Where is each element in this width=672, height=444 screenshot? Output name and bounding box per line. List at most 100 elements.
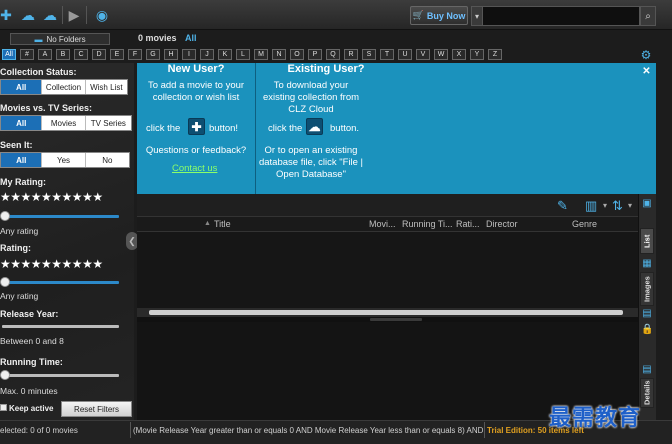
selection-status: elected: 0 of 0 movies (0, 426, 78, 435)
movies-vs-tv-movies[interactable]: Movies (42, 116, 86, 130)
letter-filter-w[interactable]: W (434, 49, 448, 60)
list-toolbar (137, 194, 656, 216)
keep-active-checkbox[interactable] (0, 404, 7, 411)
letter-filter-i[interactable]: I (182, 49, 196, 60)
buy-now-button[interactable]: 🛒 Buy Now (410, 6, 468, 25)
tab-list[interactable]: List (640, 228, 654, 254)
letter-filter-e[interactable]: E (110, 49, 124, 60)
column-running-time[interactable]: Running Ti... (402, 219, 453, 229)
seen-it-no[interactable]: No (86, 153, 129, 167)
watermark-logo: 最需教育 (549, 405, 642, 431)
running-time-slider[interactable] (2, 374, 119, 377)
collection-status-all[interactable]: All (1, 80, 43, 94)
movies-vs-tv-series[interactable]: TV Series (86, 116, 131, 130)
lock-icon[interactable]: 🔒 (641, 324, 653, 336)
open-database-text: Or to open an existing database file, cl… (258, 145, 364, 180)
panel-toggle-icon[interactable]: ▣ (641, 198, 653, 210)
letter-filter-a[interactable]: A (38, 49, 52, 60)
sort-icon[interactable]: ⇅ (612, 198, 623, 213)
cloud-upload-icon[interactable]: ☁ (40, 5, 60, 25)
sort-dropdown-icon[interactable]: ▾ (628, 198, 632, 213)
columns-icon[interactable]: ▥ (585, 198, 597, 213)
movie-list[interactable] (137, 232, 638, 308)
letter-filter-b[interactable]: B (56, 49, 70, 60)
release-year-slider[interactable] (2, 325, 119, 328)
folders-label: No Folders (46, 34, 86, 44)
cloud-download-button[interactable]: ☁ (306, 118, 323, 135)
column-movie[interactable]: Movi... (369, 219, 396, 229)
edit-icon[interactable]: ✎ (557, 198, 568, 213)
folders-button[interactable]: ▬ No Folders (10, 33, 110, 45)
my-rating-slider[interactable] (2, 215, 119, 218)
details-tab-icon[interactable]: ▤ (641, 364, 653, 376)
close-icon[interactable]: ✕ (641, 66, 652, 77)
letter-filter-n[interactable]: N (272, 49, 286, 60)
letter-filter-h[interactable]: H (164, 49, 178, 60)
toolbar-separator (86, 6, 87, 24)
letter-filter-l[interactable]: L (236, 49, 250, 60)
scrollbar-thumb[interactable] (149, 310, 623, 315)
tab-images[interactable]: Images (640, 272, 654, 306)
questions-text: Questions or feedback? (145, 145, 247, 156)
letter-filter-v[interactable]: V (416, 49, 430, 60)
rating-slider[interactable] (2, 281, 119, 284)
letter-filter-all[interactable]: All (2, 49, 16, 60)
letter-filter-y[interactable]: Y (470, 49, 484, 60)
letter-filter-z[interactable]: Z (488, 49, 502, 60)
letter-filter-f[interactable]: F (128, 49, 142, 60)
reset-filters-button[interactable]: Reset Filters (61, 401, 132, 417)
seen-it-all[interactable]: All (1, 153, 43, 167)
letter-filter-k[interactable]: K (218, 49, 232, 60)
column-rating[interactable]: Rati... (456, 219, 480, 229)
disc-icon[interactable]: ◉ (92, 5, 112, 25)
new-user-click-the: click the (146, 123, 181, 134)
add-movie-icon[interactable]: ✚ (0, 5, 16, 25)
contact-us-link[interactable]: Contact us (172, 163, 217, 174)
movies-vs-tv-selector: All Movies TV Series (0, 115, 132, 131)
letter-filter-q[interactable]: Q (326, 49, 340, 60)
collection-status-label: Collection Status: (0, 67, 77, 77)
letter-filter-m[interactable]: M (254, 49, 268, 60)
letter-filter-d[interactable]: D (92, 49, 106, 60)
splitter-grip[interactable] (370, 318, 422, 321)
letter-filter-o[interactable]: O (290, 49, 304, 60)
play-icon[interactable]: ▶ (64, 5, 84, 25)
letter-filter-t[interactable]: T (380, 49, 394, 60)
tab-details[interactable]: Details (640, 378, 654, 408)
columns-dropdown-icon[interactable]: ▾ (603, 198, 607, 213)
rating-stars[interactable]: ★★★★★★★★★★ (0, 257, 103, 271)
letter-filter-j[interactable]: J (200, 49, 214, 60)
letter-filter-c[interactable]: C (74, 49, 88, 60)
new-user-text: To add a movie to your collection or wis… (147, 80, 245, 103)
my-rating-slider-thumb[interactable] (0, 211, 10, 221)
letter-filter-r[interactable]: R (344, 49, 358, 60)
collection-status-wishlist[interactable]: Wish List (86, 80, 127, 94)
letter-filter-hash[interactable]: # (20, 49, 34, 60)
status-separator (130, 422, 131, 438)
movies-vs-tv-all[interactable]: All (1, 116, 43, 130)
column-title[interactable]: Title (214, 219, 231, 229)
release-year-value: Between 0 and 8 (0, 336, 64, 346)
details-view-icon[interactable]: ▤ (641, 308, 653, 320)
running-time-value: Max. 0 minutes (0, 386, 58, 396)
gear-icon[interactable]: ⚙ (639, 48, 653, 62)
letter-filter-s[interactable]: S (362, 49, 376, 60)
running-time-slider-thumb[interactable] (0, 370, 10, 380)
cloud-sync-icon[interactable]: ☁ (18, 5, 38, 25)
movie-filter-label[interactable]: All (185, 33, 197, 43)
add-movie-button[interactable]: ✚ (188, 118, 205, 135)
search-input[interactable] (482, 6, 640, 26)
letter-filter-u[interactable]: U (398, 49, 412, 60)
running-time-label: Running Time: (0, 357, 63, 367)
column-genre[interactable]: Genre (572, 219, 597, 229)
column-director[interactable]: Director (486, 219, 518, 229)
my-rating-stars[interactable]: ★★★★★★★★★★ (0, 190, 103, 204)
rating-slider-thumb[interactable] (0, 277, 10, 287)
letter-filter-p[interactable]: P (308, 49, 322, 60)
collection-status-collection[interactable]: Collection (42, 80, 86, 94)
seen-it-yes[interactable]: Yes (42, 153, 86, 167)
letter-filter-g[interactable]: G (146, 49, 160, 60)
search-icon[interactable]: ⌕ (640, 6, 656, 26)
letter-filter-x[interactable]: X (452, 49, 466, 60)
images-view-icon[interactable]: ▦ (641, 258, 653, 270)
